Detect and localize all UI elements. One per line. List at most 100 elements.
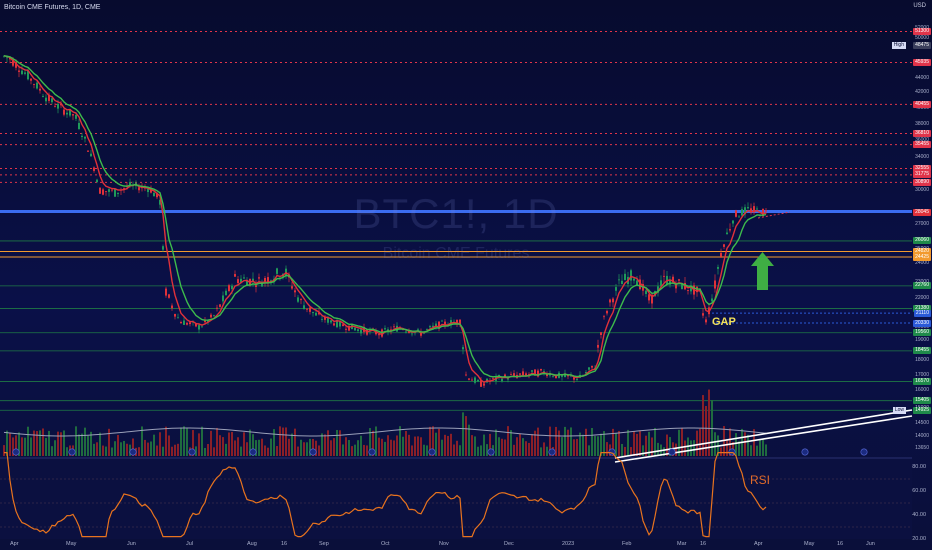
candle-body	[519, 373, 521, 375]
volume-bar	[693, 440, 695, 456]
candle-body	[228, 285, 230, 292]
candle-body	[645, 290, 647, 294]
candle-body	[603, 316, 605, 318]
volume-bar	[126, 443, 128, 456]
candle-body	[621, 280, 623, 285]
candle-body	[36, 82, 38, 89]
volume-bar	[321, 433, 323, 456]
candle-body	[174, 313, 176, 317]
volume-bar	[24, 437, 26, 456]
candle-body	[741, 209, 743, 216]
volume-bar	[186, 427, 188, 456]
volume-bar	[138, 447, 140, 456]
volume-bar	[525, 441, 527, 456]
volume-bar	[684, 440, 686, 456]
time-tick: Apr	[10, 541, 19, 547]
candle-body	[264, 278, 266, 282]
volume-bar	[348, 440, 350, 456]
candle-body	[756, 208, 758, 210]
candle-body	[615, 287, 617, 291]
volume-bar	[558, 430, 560, 456]
volume-bar	[540, 447, 542, 456]
price-badge: 26060	[913, 237, 931, 245]
volume-bar	[291, 433, 293, 456]
volume-bar	[333, 438, 335, 456]
price-badge: 19560	[913, 329, 931, 337]
time-tick: Sep	[319, 541, 329, 547]
candle-body	[297, 297, 299, 302]
volume-bar	[300, 439, 302, 456]
candle-body	[303, 305, 305, 310]
event-marker	[68, 448, 76, 456]
volume-bar	[447, 435, 449, 456]
volume-bar	[651, 437, 653, 456]
price-badge: 20330	[913, 319, 931, 327]
candle-body	[357, 329, 359, 331]
volume-bar	[699, 428, 701, 456]
candle-body	[51, 98, 53, 103]
time-tick: 2023	[562, 541, 575, 547]
candle-body	[39, 88, 41, 91]
candle-body	[597, 344, 599, 348]
price-chart-canvas[interactable]	[0, 0, 932, 550]
candle-body	[477, 379, 479, 382]
candle-body	[291, 286, 293, 289]
candle-body	[99, 187, 101, 194]
candle-body	[624, 273, 626, 280]
candle-body	[63, 109, 65, 115]
volume-bar	[747, 434, 749, 456]
event-marker	[249, 448, 257, 456]
rsi-tick: 20.00	[912, 536, 926, 542]
volume-bar	[234, 440, 236, 456]
candle-body	[93, 167, 95, 171]
candle-body	[687, 289, 689, 291]
volume-bar	[510, 430, 512, 456]
time-tick: Jul	[186, 541, 194, 547]
price-tick: 14000	[915, 433, 929, 439]
volume-bar	[117, 434, 119, 456]
price-tick: 16000	[915, 387, 929, 393]
candle-body	[576, 378, 578, 380]
candle-body	[84, 136, 86, 139]
time-tick: Aug	[247, 541, 257, 547]
price-badge: 40455	[913, 100, 931, 108]
candle-body	[243, 277, 245, 279]
candle-body	[312, 311, 314, 314]
candle-body	[72, 114, 74, 116]
price-axis[interactable]: 5200050000480004600044000420004000038000…	[908, 0, 932, 458]
candle-body	[723, 244, 725, 247]
candle-body	[258, 277, 260, 279]
volume-bar	[474, 436, 476, 456]
candle-body	[384, 328, 386, 330]
time-axis[interactable]: Apr May Jun Jul Aug 16 Sep Oct Nov Dec 2023 Feb Mar 1…	[0, 540, 912, 550]
time-tick: Oct	[381, 541, 390, 547]
volume-bar	[165, 426, 167, 456]
volume-bar	[327, 430, 329, 456]
volume-bar	[363, 444, 365, 456]
candle-body	[354, 327, 356, 331]
volume-bar	[51, 446, 53, 456]
price-badge: 15405	[913, 397, 931, 405]
volume-bar	[414, 436, 416, 456]
candle-body	[501, 378, 503, 382]
volume-bar	[63, 430, 65, 456]
candle-body	[108, 189, 110, 192]
candle-body	[393, 326, 395, 328]
volume-bar	[621, 443, 623, 456]
volume-bar	[27, 426, 29, 456]
volume-bar	[576, 438, 578, 456]
candle-body	[327, 318, 329, 323]
volume-bar	[543, 442, 545, 456]
volume-bar	[582, 434, 584, 456]
event-marker	[12, 448, 20, 456]
volume-bar	[78, 434, 80, 456]
volume-bar	[102, 445, 104, 456]
chart-area[interactable]: Bitcoin CME Futures, 1D, CME USD BTC1!, …	[0, 0, 932, 550]
volume-bar	[276, 446, 278, 456]
volume-bar	[561, 437, 563, 456]
candle-body	[18, 70, 20, 72]
volume-bar	[756, 445, 758, 456]
volume-bar	[279, 426, 281, 456]
price-tick: 27000	[915, 221, 929, 227]
candle-body	[618, 279, 620, 281]
